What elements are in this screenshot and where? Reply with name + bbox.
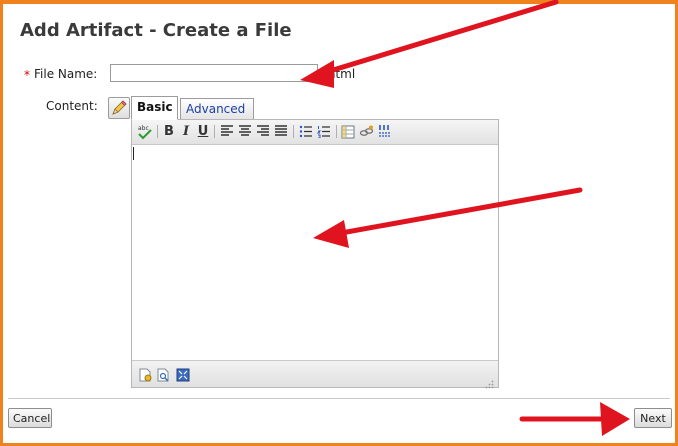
page-title: Add Artifact - Create a File xyxy=(20,20,292,41)
file-extension: .html xyxy=(324,67,356,81)
next-button[interactable]: Next xyxy=(634,408,672,428)
fullscreen-icon[interactable] xyxy=(176,367,190,382)
content-label: Content: xyxy=(46,99,98,113)
bold-icon[interactable]: B xyxy=(162,123,176,140)
required-marker: * xyxy=(24,68,30,82)
editor-toolbar: abc B I U xyxy=(132,120,498,145)
resize-grip-icon[interactable] xyxy=(485,374,494,389)
align-left-icon[interactable] xyxy=(219,123,235,140)
italic-icon[interactable]: I xyxy=(180,123,192,140)
align-right-icon[interactable] xyxy=(255,123,271,140)
spellcheck-icon[interactable]: abc xyxy=(136,123,154,140)
footer-divider xyxy=(8,398,670,399)
bulleted-list-icon[interactable] xyxy=(298,123,314,140)
tab-basic[interactable]: Basic xyxy=(131,96,178,120)
toolbar-separator xyxy=(293,125,294,138)
numbered-list-icon[interactable] xyxy=(316,123,332,140)
svg-text:abc: abc xyxy=(138,125,149,132)
more-icon[interactable] xyxy=(377,123,393,140)
align-justify-icon[interactable] xyxy=(273,123,289,140)
toolbar-separator xyxy=(157,125,158,138)
file-name-input[interactable] xyxy=(110,64,318,82)
text-cursor xyxy=(133,147,134,160)
rich-text-editor[interactable]: abc B I U xyxy=(131,119,499,389)
align-center-icon[interactable] xyxy=(237,123,253,140)
editor-statusbar xyxy=(132,360,498,389)
toolbar-separator xyxy=(336,125,337,138)
table-icon[interactable] xyxy=(340,123,356,140)
new-document-icon[interactable] xyxy=(138,367,152,382)
tab-advanced[interactable]: Advanced xyxy=(180,98,254,119)
file-name-label: File Name: xyxy=(34,67,98,81)
link-icon[interactable] xyxy=(358,123,374,140)
pencil-icon xyxy=(112,100,127,115)
cancel-button[interactable]: Cancel xyxy=(8,408,52,428)
toolbar-separator xyxy=(214,125,215,138)
edit-pencil-button[interactable] xyxy=(108,97,130,119)
preview-icon[interactable] xyxy=(156,367,170,382)
underline-icon[interactable]: U xyxy=(196,123,210,140)
